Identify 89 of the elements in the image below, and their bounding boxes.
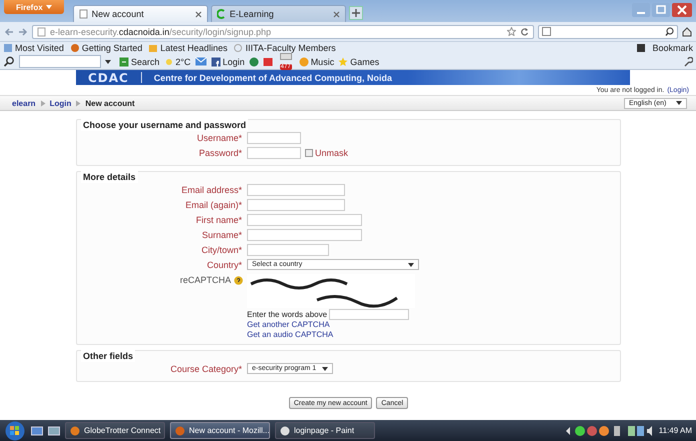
input-field[interactable]	[247, 244, 329, 256]
caret-icon	[676, 101, 682, 105]
input-field[interactable]	[247, 132, 301, 144]
toolbar-search-field[interactable]	[19, 55, 101, 68]
caret-icon	[408, 262, 414, 266]
section-title: Choose your username and password	[81, 119, 248, 131]
section-title: More details	[81, 171, 138, 183]
toolbar-button[interactable]: Search	[131, 56, 160, 66]
field-label: City/town*	[200, 244, 243, 257]
bookmark-link[interactable]: Most Visited	[15, 43, 64, 53]
window-controls-icon[interactable]	[632, 2, 692, 18]
address-field[interactable]: e-learn-esecurity.cdacnoida.in/security/login/signup.php	[32, 24, 534, 38]
mail-icon[interactable]	[194, 57, 207, 66]
search-icon[interactable]	[665, 27, 674, 36]
app-icon	[175, 426, 185, 436]
breadcrumb-current: New account	[85, 98, 135, 108]
reload-icon[interactable]	[520, 27, 529, 36]
site-logo: CDAC	[88, 70, 129, 84]
input-field[interactable]	[247, 184, 345, 196]
forward-icon[interactable]	[18, 26, 28, 36]
taskbar-button[interactable]: New account - Mozill...	[170, 422, 270, 439]
field-label: Country*	[206, 259, 243, 272]
section-title: Other fields	[81, 350, 136, 362]
tab-label: E-Learning	[230, 9, 275, 19]
input-field[interactable]	[247, 229, 362, 241]
bookmarks-menu[interactable]: Bookmark	[652, 43, 693, 53]
page-icon	[216, 9, 226, 19]
toolbar-button[interactable]: Music	[310, 56, 334, 66]
toolbar-button[interactable]: Login	[222, 56, 245, 66]
browser-tab[interactable]: New account	[72, 5, 208, 22]
star-icon[interactable]	[338, 56, 348, 66]
caret-icon	[322, 366, 328, 370]
input-field[interactable]	[247, 214, 362, 226]
wrench-icon[interactable]	[683, 56, 693, 66]
captcha-link[interactable]: Get an audio CAPTCHA	[247, 330, 334, 340]
field-label: Email (again)*	[184, 199, 243, 212]
close-icon[interactable]	[332, 10, 340, 18]
search-field[interactable]	[538, 24, 678, 38]
f-logo-icon[interactable]	[210, 56, 221, 66]
breadcrumb-link[interactable]: Login	[50, 98, 72, 108]
field-label: Course Category*	[169, 363, 243, 376]
input-field[interactable]	[247, 147, 301, 159]
field-label: reCAPTCHA	[77, 273, 247, 287]
tab-label: New account	[92, 9, 145, 19]
breadcrumb-link[interactable]: elearn	[12, 98, 36, 108]
back-icon[interactable]	[4, 26, 14, 36]
app-icon	[280, 426, 290, 436]
toolbar-button[interactable]: Games	[350, 56, 380, 66]
bookmark-link[interactable]: Getting Started	[82, 43, 142, 53]
bookmarks-icon	[636, 43, 646, 53]
field-label: Password*	[198, 147, 243, 160]
clock: 11:49 AM	[658, 426, 692, 435]
separator-arrow-icon	[75, 100, 82, 106]
field-label: Surname*	[200, 229, 243, 242]
field-label: Username*	[196, 132, 243, 145]
desktop-icon[interactable]	[31, 426, 43, 436]
caret-icon[interactable]	[105, 60, 111, 64]
tray-icons[interactable]	[564, 424, 654, 436]
url-text: e-learn-esecurity.cdacnoida.in/security/login/signup.php	[50, 26, 271, 36]
field-label: First name*	[194, 214, 243, 227]
banner-title: Centre for Development of Advanced Computing, Noida	[154, 72, 392, 82]
close-icon[interactable]	[194, 10, 202, 18]
search-icon[interactable]	[3, 56, 15, 67]
app-icon	[70, 426, 80, 436]
star-icon[interactable]	[507, 27, 516, 36]
taskbar-button[interactable]: loginpage - Paint	[275, 422, 375, 439]
captcha-input-field[interactable]	[329, 309, 410, 320]
bookmark-link[interactable]: Latest Headlines	[160, 43, 228, 53]
home-icon[interactable]	[682, 26, 692, 36]
caret-icon	[46, 5, 52, 9]
search-engine-icon	[542, 27, 551, 36]
captcha-prompt: Enter the words above	[247, 310, 328, 319]
help-icon[interactable]	[234, 276, 244, 284]
search-button-icon[interactable]	[119, 56, 129, 66]
bookmark-link[interactable]: IIITA-Faculty Members	[245, 43, 336, 53]
new-tab-icon[interactable]	[348, 6, 363, 20]
checkbox[interactable]	[305, 149, 313, 157]
toolbar-button[interactable]: 2°C	[176, 56, 191, 66]
separator-arrow-icon	[40, 100, 46, 106]
browser-tab[interactable]: E-Learning	[210, 5, 346, 22]
input-field[interactable]	[247, 199, 345, 211]
captcha-link[interactable]: Get another CAPTCHA	[247, 320, 330, 330]
start-orb-icon[interactable]	[4, 420, 26, 440]
taskbar-button[interactable]: GlobeTrotter Connect	[65, 422, 165, 439]
page-icon	[37, 26, 46, 36]
field-label: Email address*	[180, 184, 243, 197]
checkbox-label: Unmask	[315, 148, 348, 158]
window-switch-icon[interactable]	[48, 426, 60, 436]
page-icon	[78, 9, 88, 19]
